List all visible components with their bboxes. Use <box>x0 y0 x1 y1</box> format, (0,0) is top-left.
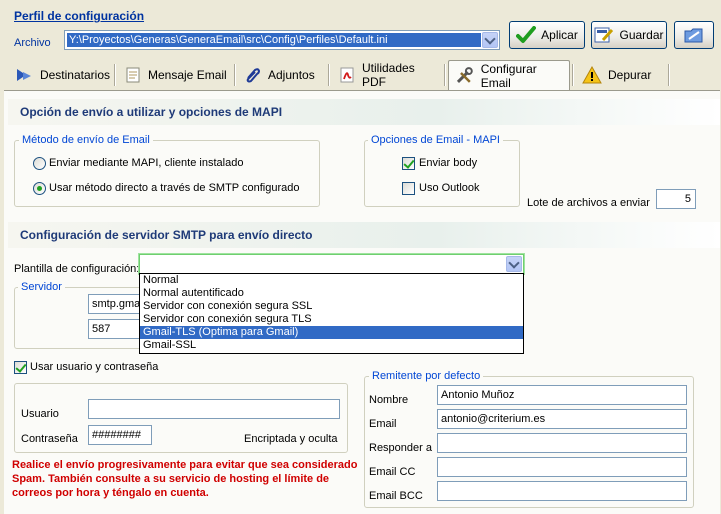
radio-smtp[interactable] <box>33 182 46 195</box>
apply-label: Aplicar <box>541 28 578 42</box>
template-option[interactable]: Normal <box>140 274 523 287</box>
tools-icon <box>456 66 473 83</box>
sender-cc-label: Email CC <box>369 466 416 478</box>
sender-group-label: Remitente por defecto <box>369 370 484 383</box>
check-icon <box>516 26 537 43</box>
server-group-label: Servidor <box>18 281 65 294</box>
checkbox-uso-outlook[interactable] <box>402 182 415 195</box>
mapi-options-group <box>364 140 520 207</box>
tab-separator <box>668 64 670 86</box>
checkbox-enviar-body[interactable] <box>402 157 415 170</box>
template-label: Plantilla de configuración: <box>14 263 140 275</box>
apply-button[interactable]: Aplicar <box>509 21 585 49</box>
lote-label: Lote de archivos a enviar <box>527 197 650 209</box>
password-note: Encriptada y oculta <box>244 433 338 445</box>
warning-icon <box>582 66 602 84</box>
chevron-down-icon[interactable] <box>482 32 498 48</box>
template-option-selected[interactable]: Gmail-TLS (Optima para Gmail) <box>140 326 523 339</box>
radio-mapi[interactable] <box>33 157 46 170</box>
sender-bcc-input[interactable] <box>437 481 687 501</box>
message-icon <box>126 67 140 83</box>
tab-separator <box>444 64 446 86</box>
sender-email-input[interactable]: antonio@criterium.es <box>437 409 687 429</box>
save-button[interactable]: Guardar <box>591 21 667 49</box>
use-credentials-label: Usar usuario y contraseña <box>30 361 159 373</box>
pdf-icon <box>340 67 354 83</box>
password-input[interactable]: ######## <box>88 425 152 445</box>
enviar-body-label: Enviar body <box>419 157 478 169</box>
tab-separator <box>328 64 330 86</box>
tab-separator <box>114 64 116 86</box>
user-label: Usuario <box>21 408 59 420</box>
template-option[interactable]: Servidor con conexión segura SSL <box>140 300 523 313</box>
radio-smtp-label: Usar método directo a través de SMTP con… <box>49 182 300 194</box>
template-option[interactable]: Gmail-SSL <box>140 339 523 352</box>
archivo-label: Archivo <box>14 37 51 49</box>
profile-file-value: Y:\Proyectos\Generas\GeneraEmail\src\Con… <box>67 33 481 47</box>
template-dropdown-list[interactable]: Normal Normal autentificado Servidor con… <box>139 273 524 354</box>
method-group-label: Método de envío de Email <box>19 134 153 147</box>
save-edit-icon <box>594 27 614 43</box>
open-folder-button[interactable] <box>674 21 714 49</box>
sender-cc-input[interactable] <box>437 457 687 477</box>
sender-name-label: Nombre <box>369 394 409 406</box>
profile-file-combo[interactable]: Y:\Proyectos\Generas\GeneraEmail\src\Con… <box>64 30 500 50</box>
user-input[interactable] <box>88 399 340 419</box>
template-option[interactable]: Servidor con conexión segura TLS <box>140 313 523 326</box>
sender-reply-input[interactable] <box>437 433 687 453</box>
sender-name-input[interactable]: Antonio Muñoz <box>437 385 687 405</box>
sender-bcc-label: Email BCC <box>369 490 423 502</box>
smtp-section-header: Configuración de servidor SMTP para enví… <box>8 222 720 248</box>
checkbox-use-credentials[interactable] <box>14 361 27 374</box>
tab-bar: Destinatarios Mensaje Email Adjuntos Uti… <box>4 60 720 90</box>
template-combo[interactable] <box>139 254 524 274</box>
folder-edit-icon <box>684 28 703 43</box>
uso-outlook-label: Uso Outlook <box>419 182 480 194</box>
profile-title: Perfil de configuración <box>14 9 145 23</box>
password-label: Contraseña <box>21 433 78 445</box>
tab-adjuntos[interactable]: Adjuntos <box>238 60 326 90</box>
template-option[interactable]: Normal autentificado <box>140 287 523 300</box>
tab-depurar[interactable]: Depurar <box>576 60 666 90</box>
tab-separator <box>572 64 574 86</box>
radio-mapi-label: Enviar mediante MAPI, cliente instalado <box>49 157 244 169</box>
paperclip-icon <box>246 68 261 83</box>
mapi-section-header: Opción de envío a utilizar y opciones de… <box>8 99 720 125</box>
sender-reply-label: Responder a <box>369 442 432 454</box>
tab-utilidades-pdf[interactable]: Utilidades PDF <box>332 60 442 90</box>
tab-separator <box>234 64 236 86</box>
lote-input[interactable]: 5 <box>656 189 696 209</box>
tab-destinatarios[interactable]: Destinatarios <box>8 60 110 90</box>
chevron-down-icon[interactable] <box>506 256 522 272</box>
spam-warning: Realice el envío progresivamente para ev… <box>12 459 358 499</box>
save-label: Guardar <box>619 28 664 42</box>
sender-email-label: Email <box>369 418 397 430</box>
tab-mensaje-email[interactable]: Mensaje Email <box>118 60 230 90</box>
tab-configurar-email[interactable]: Configurar Email <box>448 60 570 90</box>
recipients-icon <box>16 69 31 81</box>
mapi-options-label: Opciones de Email - MAPI <box>368 134 503 147</box>
method-group <box>14 140 320 207</box>
